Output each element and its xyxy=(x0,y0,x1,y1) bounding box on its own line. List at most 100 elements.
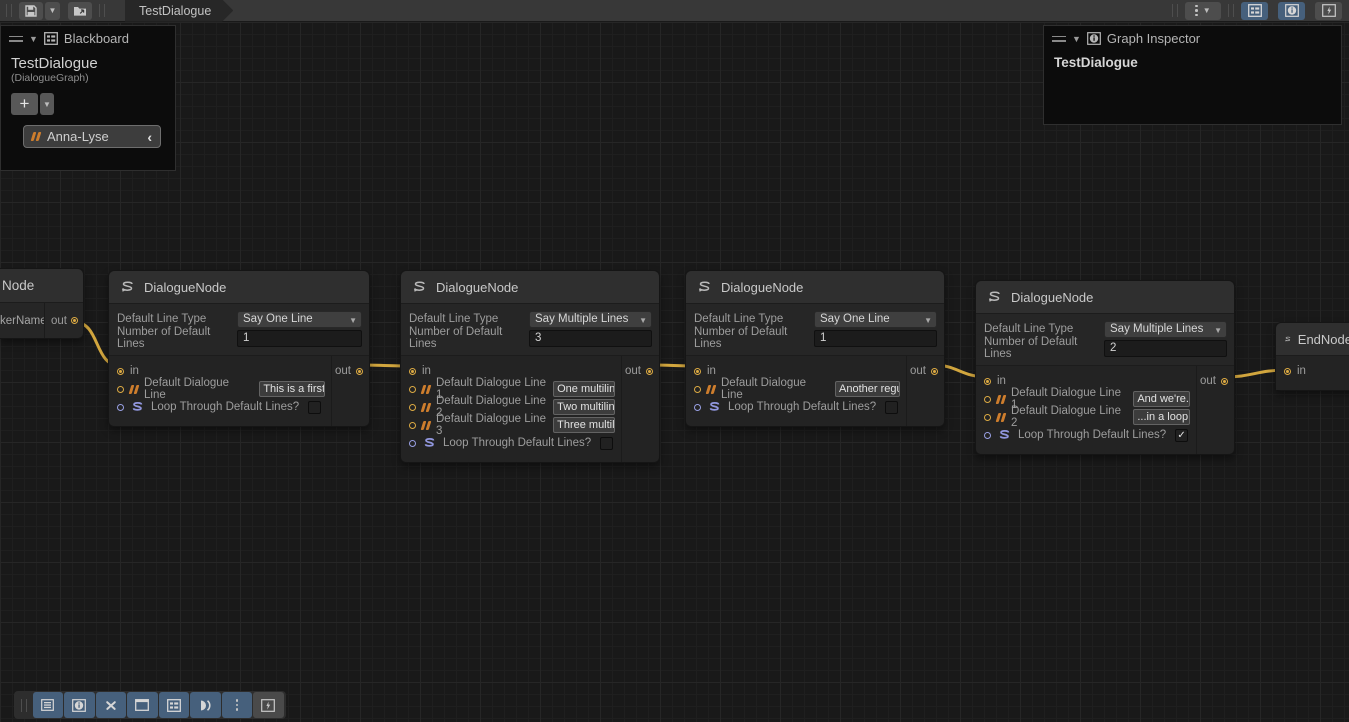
dialogue-line-input[interactable]: One multiline xyxy=(553,381,615,397)
list-view-button[interactable] xyxy=(33,692,64,718)
out-port-label: out xyxy=(910,365,926,377)
loop-port[interactable] xyxy=(409,440,416,447)
default-lines-count-input[interactable]: 1 xyxy=(814,330,937,347)
collapse-arrow-icon[interactable]: ▼ xyxy=(1072,34,1081,44)
overflow-menu-button[interactable]: ▼ xyxy=(1185,2,1221,20)
minimap-icon xyxy=(198,699,212,712)
sticky-note-icon xyxy=(1322,4,1336,17)
save-options-dropdown[interactable]: ▼ xyxy=(45,2,60,20)
line-port[interactable] xyxy=(409,422,416,429)
save-button[interactable] xyxy=(19,2,43,20)
field-label: Default Line Type xyxy=(117,313,237,325)
blackboard-toggle-button[interactable] xyxy=(1241,2,1268,20)
loop-port[interactable] xyxy=(694,404,701,411)
line-type-dropdown[interactable]: Say One Line ▼ xyxy=(237,311,362,328)
dialogue-line-input[interactable]: Two multiline xyxy=(553,399,615,415)
dialogue-node-1[interactable]: DialogueNode Default Line Type Say One L… xyxy=(108,270,370,427)
out-port-label: out xyxy=(1200,375,1216,387)
graph-inspector-toggle-button[interactable] xyxy=(1278,2,1305,20)
add-variable-button[interactable]: + xyxy=(11,93,38,115)
dialogue-flow-icon xyxy=(696,280,713,295)
sticky-notes-toggle-button[interactable] xyxy=(1315,2,1342,20)
out-port[interactable] xyxy=(931,368,938,375)
in-port[interactable] xyxy=(984,378,991,385)
quote-icon xyxy=(997,413,1005,422)
line-port[interactable] xyxy=(984,414,991,421)
blackboard-variable-anna-lyse[interactable]: Anna-Lyse ‹ xyxy=(23,125,161,148)
loop-checkbox[interactable]: ✓ xyxy=(1175,429,1188,442)
field-label: Number of Default Lines xyxy=(984,336,1104,360)
overflow-menu-icon xyxy=(236,699,239,711)
quote-icon xyxy=(707,385,715,394)
line-type-dropdown[interactable]: Say Multiple Lines ▼ xyxy=(1104,321,1227,338)
blackboard-graph-type: (DialogueGraph) xyxy=(1,72,175,84)
speaker-node-partial[interactable]: Node kerName out xyxy=(0,268,84,339)
line-type-dropdown[interactable]: Say One Line ▼ xyxy=(814,311,937,328)
window-button[interactable] xyxy=(127,692,158,718)
drag-handle-icon[interactable] xyxy=(1052,36,1066,42)
blackboard-button[interactable] xyxy=(159,692,190,718)
dialogue-line-input[interactable]: Three multilin xyxy=(553,417,615,433)
node-title: DialogueNode xyxy=(144,280,226,295)
dialogue-line-input[interactable]: This is a first xyxy=(259,381,325,397)
open-asset-button[interactable] xyxy=(68,2,92,20)
loop-port[interactable] xyxy=(984,432,991,439)
end-node[interactable]: EndNode in xyxy=(1275,322,1349,391)
toolbar-separator xyxy=(98,4,106,17)
out-port[interactable] xyxy=(356,368,363,375)
line-port[interactable] xyxy=(409,404,416,411)
add-variable-dropdown[interactable]: ▼ xyxy=(40,93,54,115)
out-port-label: out xyxy=(51,315,67,327)
graph-inspector-header[interactable]: ▼ Graph Inspector xyxy=(1044,26,1341,49)
out-port[interactable] xyxy=(1221,378,1228,385)
collapse-arrow-icon[interactable]: ▼ xyxy=(29,34,38,44)
default-lines-count-input[interactable]: 3 xyxy=(529,330,652,347)
dialogue-line-input[interactable]: ...in a loop xyxy=(1133,409,1190,425)
in-port[interactable] xyxy=(1284,368,1291,375)
dropdown-value: Say Multiple Lines xyxy=(535,313,628,325)
dropdown-arrow-icon: ▼ xyxy=(43,100,51,109)
loop-port[interactable] xyxy=(117,404,124,411)
out-port[interactable] xyxy=(71,317,78,324)
loop-checkbox[interactable] xyxy=(600,437,613,450)
dialogue-node-4[interactable]: DialogueNode Default Line Type Say Multi… xyxy=(975,280,1235,455)
line-port[interactable] xyxy=(409,386,416,393)
toolbar-separator xyxy=(20,699,28,712)
quote-icon xyxy=(997,395,1005,404)
tools-button[interactable] xyxy=(96,692,127,718)
inspector-button[interactable] xyxy=(64,692,95,718)
in-port[interactable] xyxy=(694,368,701,375)
loop-icon xyxy=(130,401,145,414)
toolbar-separator xyxy=(1171,4,1179,17)
node-title: DialogueNode xyxy=(436,280,518,295)
dialogue-line-input[interactable]: Another regu xyxy=(835,381,900,397)
sticky-notes-button[interactable] xyxy=(253,692,284,718)
line-port[interactable] xyxy=(117,386,124,393)
in-port[interactable] xyxy=(409,368,416,375)
dialogue-node-2[interactable]: DialogueNode Default Line Type Say Multi… xyxy=(400,270,660,463)
line-type-dropdown[interactable]: Say Multiple Lines ▼ xyxy=(529,311,652,328)
dropdown-value: Say One Line xyxy=(243,313,313,325)
port-label: Loop Through Default Lines? xyxy=(1018,429,1166,441)
blackboard-panel: ▼ Blackboard TestDialogue (DialogueGraph… xyxy=(0,25,176,171)
out-port[interactable] xyxy=(646,368,653,375)
blackboard-header[interactable]: ▼ Blackboard xyxy=(1,26,175,49)
graph-inspector-title: Graph Inspector xyxy=(1107,31,1200,46)
in-port[interactable] xyxy=(117,368,124,375)
graph-tab-testdialogue[interactable]: TestDialogue xyxy=(125,0,233,22)
default-lines-count-input[interactable]: 1 xyxy=(237,330,362,347)
line-port[interactable] xyxy=(984,396,991,403)
dialogue-line-input[interactable]: And we're... xyxy=(1133,391,1190,407)
default-lines-count-input[interactable]: 2 xyxy=(1104,340,1227,357)
minimap-button[interactable] xyxy=(190,692,221,718)
drag-handle-icon[interactable] xyxy=(9,36,23,42)
out-port-label: out xyxy=(625,365,641,377)
loop-checkbox[interactable] xyxy=(308,401,321,414)
node-title: Node xyxy=(2,278,34,293)
collapse-chevron-icon[interactable]: ‹ xyxy=(147,129,152,145)
loop-checkbox[interactable] xyxy=(885,401,898,414)
line-port[interactable] xyxy=(694,386,701,393)
dialogue-node-3[interactable]: DialogueNode Default Line Type Say One L… xyxy=(685,270,945,427)
overflow-menu-button[interactable] xyxy=(222,692,253,718)
in-port-label: in xyxy=(1297,365,1306,377)
